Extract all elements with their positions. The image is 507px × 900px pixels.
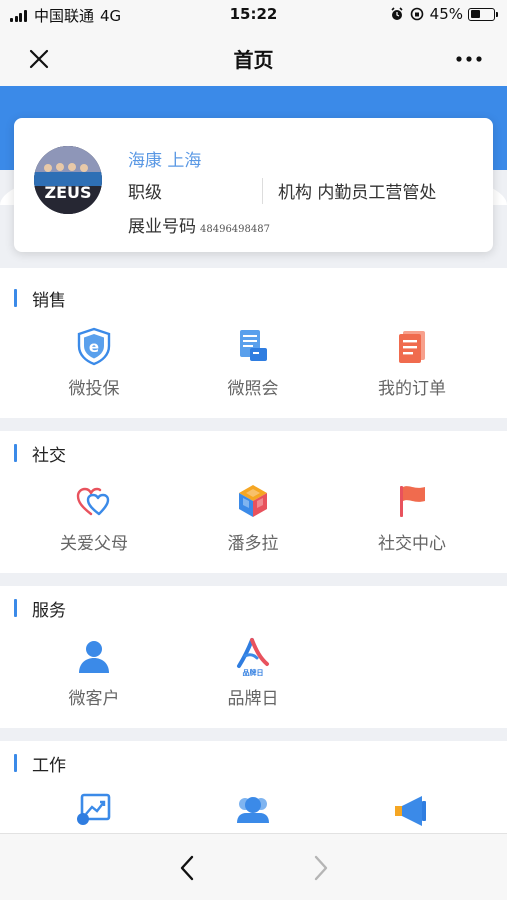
rotation-lock-icon bbox=[410, 7, 423, 21]
close-icon[interactable] bbox=[24, 44, 54, 74]
brand-day-icon: 品牌日 bbox=[237, 638, 269, 676]
avatar-photo: ZEUS bbox=[34, 146, 102, 214]
profile-id-number: 48496498487 bbox=[200, 224, 270, 235]
tile-label: 微照会 bbox=[227, 379, 279, 399]
status-right: 45% bbox=[390, 5, 498, 23]
tile-label: 社交中心 bbox=[378, 534, 446, 554]
tile-wei-customer[interactable]: 微客户 bbox=[34, 636, 154, 709]
svg-text:e: e bbox=[89, 338, 99, 356]
profile-card[interactable]: ZEUS 海康 上海 职级 机构 内勤员工营管处 展业号码 48496498487 bbox=[14, 118, 493, 252]
brand-day-badge: 品牌日 bbox=[243, 668, 264, 676]
alarm-icon bbox=[391, 7, 403, 20]
tile-label: 微客户 bbox=[68, 689, 120, 709]
section-service: 服务 微客户 品牌日 品牌日 bbox=[0, 586, 507, 728]
status-bar: 中国联通 4G 15:22 45% bbox=[0, 0, 507, 30]
section-title-text: 销售 bbox=[32, 290, 66, 311]
section-title: 销售 bbox=[14, 288, 66, 311]
section-title: 服务 bbox=[14, 598, 66, 621]
people-icon bbox=[237, 797, 269, 823]
tile-label: 关爱父母 bbox=[60, 534, 128, 554]
cube-icon bbox=[239, 485, 267, 517]
tile-label: 潘多拉 bbox=[227, 534, 279, 554]
document-card-icon bbox=[240, 330, 267, 361]
tile-my-orders[interactable]: 我的订单 bbox=[352, 326, 472, 399]
profile-divider bbox=[262, 178, 263, 204]
avatar[interactable]: ZEUS bbox=[34, 146, 102, 214]
section-work: 工作 bbox=[0, 741, 507, 833]
tile-work-report[interactable] bbox=[34, 791, 154, 831]
tile-work-team[interactable] bbox=[193, 791, 313, 831]
more-icon[interactable] bbox=[453, 44, 485, 74]
page-title: 首页 bbox=[233, 48, 274, 72]
profile-id-row: 展业号码 48496498487 bbox=[128, 212, 270, 237]
person-icon bbox=[79, 641, 109, 673]
section-accent-bar bbox=[14, 599, 17, 617]
section-title: 工作 bbox=[14, 753, 66, 776]
megaphone-icon bbox=[395, 796, 426, 826]
section-title-text: 社交 bbox=[32, 445, 66, 466]
browser-bottom-bar bbox=[0, 833, 507, 900]
section-accent-bar bbox=[14, 444, 17, 462]
order-list-icon bbox=[399, 331, 425, 363]
tile-work-notice[interactable] bbox=[352, 791, 472, 831]
profile-org: 机构 内勤员工营管处 bbox=[278, 183, 437, 203]
tile-label: 微投保 bbox=[68, 379, 120, 399]
flag-icon bbox=[400, 486, 425, 517]
profile-rank: 职级 bbox=[128, 183, 162, 203]
shield-e-icon: e bbox=[77, 327, 111, 366]
nav-bar: 首页 bbox=[0, 30, 507, 86]
section-title: 社交 bbox=[14, 443, 66, 466]
tile-social-center[interactable]: 社交中心 bbox=[352, 481, 472, 554]
tile-brand-day[interactable]: 品牌日 品牌日 bbox=[193, 636, 313, 709]
section-sales: 销售 e 微投保 微照会 我的订单 bbox=[0, 268, 507, 418]
tile-label: 我的订单 bbox=[378, 379, 446, 399]
battery-icon bbox=[468, 7, 498, 21]
avatar-text: ZEUS bbox=[44, 183, 91, 202]
section-title-text: 服务 bbox=[32, 600, 66, 621]
forward-arrow-icon[interactable] bbox=[302, 850, 338, 886]
tile-care-parents[interactable]: 关爱父母 bbox=[34, 481, 154, 554]
battery-percent: 45% bbox=[429, 5, 463, 23]
back-arrow-icon[interactable] bbox=[170, 850, 206, 886]
chart-image-icon bbox=[77, 793, 111, 825]
section-accent-bar bbox=[14, 289, 17, 307]
profile-name: 海康 上海 bbox=[128, 151, 202, 171]
tile-pandora[interactable]: 潘多拉 bbox=[193, 481, 313, 554]
tile-wei-toubao[interactable]: e 微投保 bbox=[34, 326, 154, 399]
tile-wei-zhaohui[interactable]: 微照会 bbox=[193, 326, 313, 399]
tile-label: 品牌日 bbox=[227, 689, 279, 709]
profile-id-label: 展业号码 bbox=[128, 217, 196, 237]
section-title-text: 工作 bbox=[32, 755, 66, 776]
section-accent-bar bbox=[14, 754, 17, 772]
section-social: 社交 关爱父母 潘多拉 社交中心 bbox=[0, 431, 507, 573]
hearts-icon bbox=[76, 487, 110, 516]
